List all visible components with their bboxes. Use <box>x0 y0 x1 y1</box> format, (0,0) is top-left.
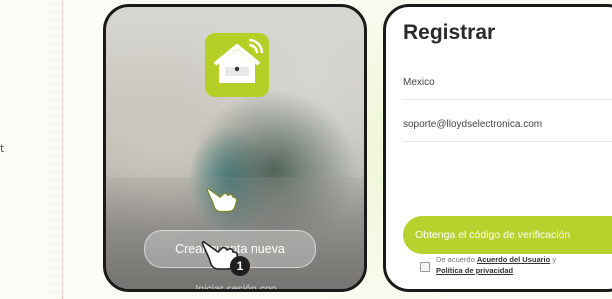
country-field[interactable]: Mexico <box>403 77 612 88</box>
get-verification-code-button[interactable]: Obtenga el código de verificación <box>403 216 612 254</box>
page-title: Registrar <box>403 21 496 44</box>
agreement-checkbox[interactable] <box>420 262 430 272</box>
house-logo-icon <box>213 38 264 83</box>
agreement-joiner: y <box>552 255 557 264</box>
margin-rule <box>62 0 63 299</box>
app-logo <box>205 33 269 97</box>
privacy-policy-link[interactable]: Política de privacidad <box>436 266 513 275</box>
pointing-hand-icon <box>206 187 238 213</box>
phone-register-screen: Registrar Mexico soporte@lloydselectroni… <box>383 4 612 292</box>
agreement-text: De acuerdo Acuerdo del Usuario y Polític… <box>436 254 556 276</box>
agreement-prefix: De acuerdo <box>436 255 475 264</box>
user-agreement-link[interactable]: Acuerdo del Usuario <box>477 255 550 264</box>
email-field-underline <box>403 141 612 142</box>
login-link[interactable]: Iniciar sesión con <box>166 283 306 289</box>
country-field-underline <box>403 99 612 100</box>
margin-character: t <box>0 142 5 155</box>
email-field[interactable]: soporte@lloydselectronica.com <box>403 119 612 130</box>
step-number-badge: 1 <box>230 256 250 276</box>
